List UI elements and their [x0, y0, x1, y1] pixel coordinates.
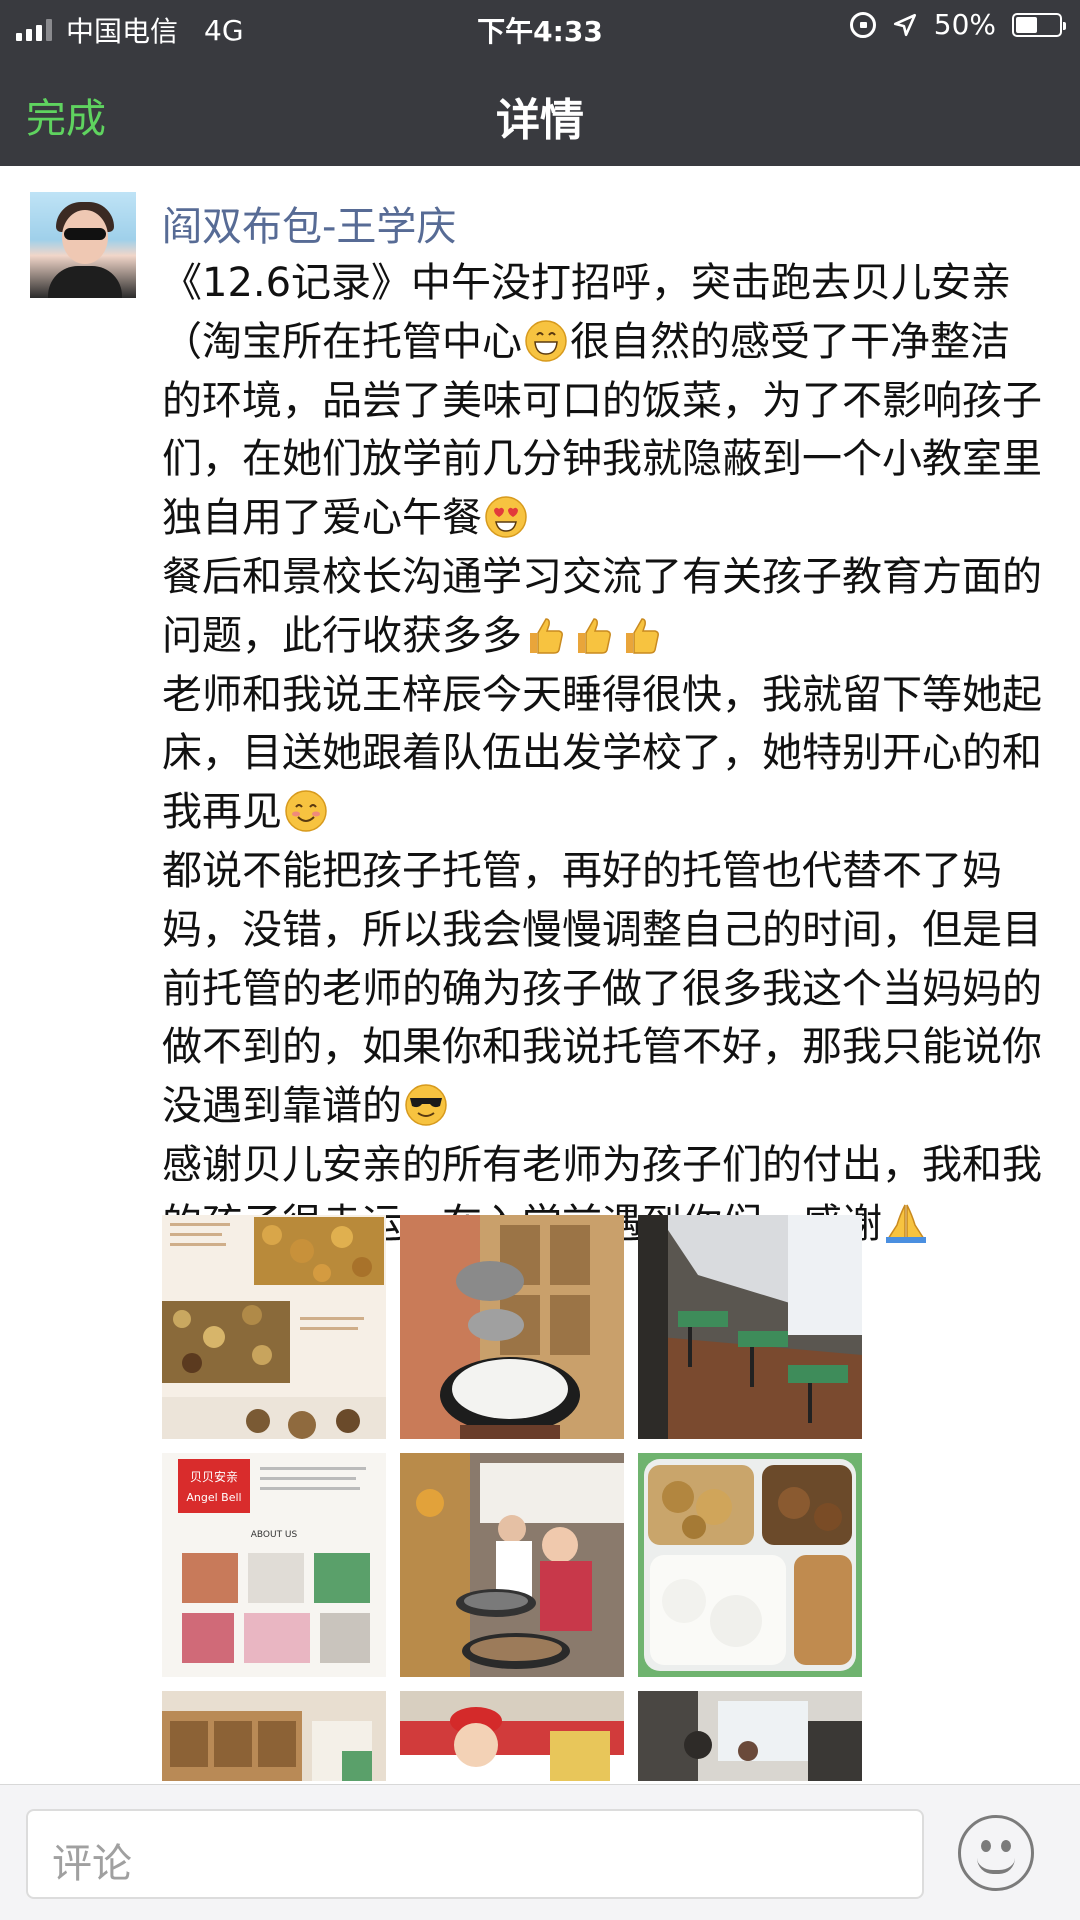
- battery-icon: [1012, 12, 1066, 37]
- comment-placeholder: 评论: [52, 1841, 132, 1887]
- photo-shelves[interactable]: [162, 1691, 386, 1781]
- post-paragraph: 餐后和景校长沟通学习交流了有关孩子教育方面的问题，此行收获多多: [162, 553, 1042, 659]
- header: 中国电信 4G 下午4:33 50% 完成 详情: [0, 0, 1080, 166]
- photo-lunch-line[interactable]: [400, 1453, 624, 1677]
- photo-rice-pot[interactable]: [400, 1215, 624, 1439]
- navbar: 完成 详情: [0, 56, 1080, 166]
- svg-text:Angel Bell: Angel Bell: [186, 1491, 241, 1504]
- emoji-button[interactable]: [958, 1815, 1034, 1891]
- post-paragraph: 都说不能把孩子托管，再好的托管也代替不了妈妈，没错，所以我会慢慢调整自己的时间，…: [162, 847, 1042, 1130]
- photo-grid: 贝贝安亲 Angel Bell ABOUT US: [162, 1215, 862, 1781]
- smiling-face-emoji: [285, 790, 327, 832]
- photo-angel-bell-flyer[interactable]: 贝贝安亲 Angel Bell ABOUT US: [162, 1453, 386, 1677]
- page-title: 详情: [496, 95, 584, 146]
- photo-food-flyer[interactable]: [162, 1215, 386, 1439]
- post-paragraph: 《12.6记录》中午没打招呼，突击跑去贝儿安亲（淘宝所在托管中心 很自然的感受了干…: [162, 260, 1042, 542]
- rotation-lock-icon: [849, 11, 876, 38]
- comment-bar: 评论: [0, 1784, 1080, 1920]
- photo-classroom[interactable]: [638, 1215, 862, 1439]
- thumbs-up-emoji: [578, 618, 611, 654]
- sunglasses-emoji: [405, 1084, 447, 1126]
- svg-text:ABOUT US: ABOUT US: [251, 1530, 298, 1540]
- thumbs-up-emoji: [530, 618, 563, 654]
- svg-text:贝贝安亲: 贝贝安亲: [190, 1469, 238, 1484]
- location-arrow-icon: [893, 13, 916, 36]
- grinning-face-emoji: [525, 320, 567, 362]
- photo-lunch-tray[interactable]: [638, 1453, 862, 1677]
- folded-hands-emoji: [886, 1204, 926, 1243]
- avatar[interactable]: [30, 192, 136, 298]
- photo-hall[interactable]: [638, 1691, 862, 1781]
- battery-percent: 50%: [933, 8, 996, 41]
- photo-child[interactable]: [400, 1691, 624, 1781]
- heart-eyes-emoji: [485, 496, 527, 538]
- post-text: 《12.6记录》中午没打招呼，突击跑去贝儿安亲（淘宝所在托管中心 很自然的感受了干…: [162, 254, 1042, 1254]
- thumbs-up-emoji: [626, 618, 659, 654]
- post-paragraph: 老师和我说王梓辰今天睡得很快，我就留下等她起床，目送她跟着队伍出发学校了，她特别…: [162, 671, 1042, 836]
- status-bar: 中国电信 4G 下午4:33 50%: [0, 0, 1080, 56]
- comment-input[interactable]: 评论: [26, 1809, 924, 1899]
- author-name[interactable]: 阎双布包-王学庆: [162, 194, 456, 252]
